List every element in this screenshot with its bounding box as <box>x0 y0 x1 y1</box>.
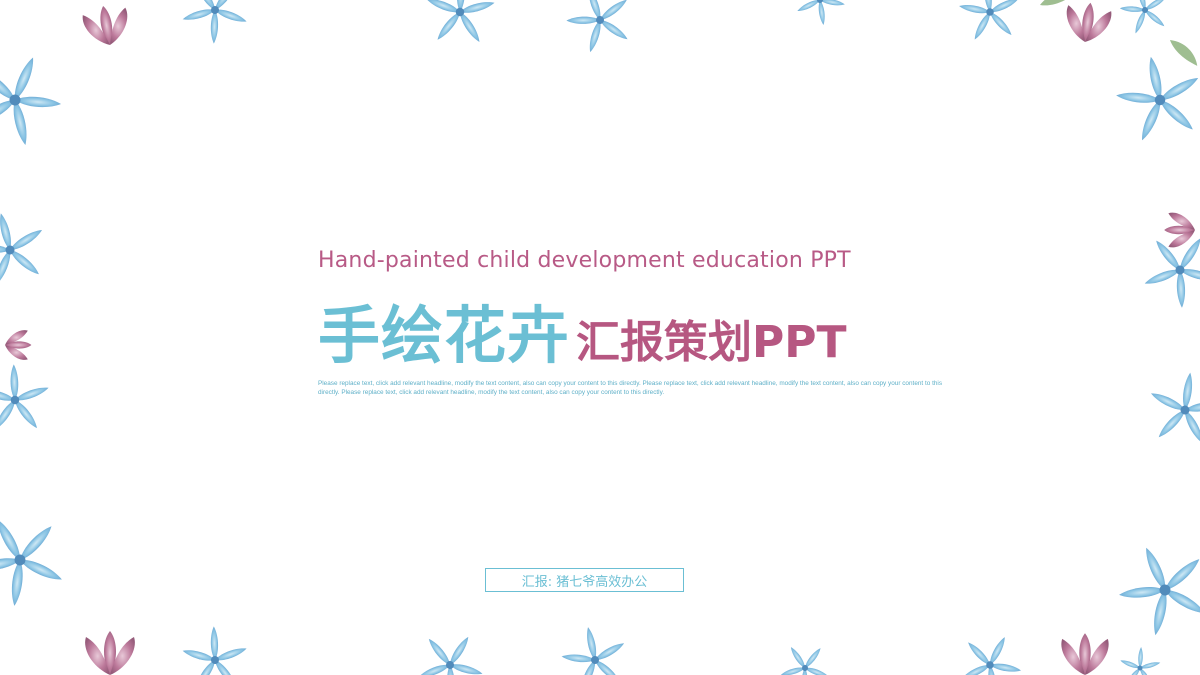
subtitle-english: Hand-painted child development education… <box>318 248 851 273</box>
title-sub: 汇报策划PPT <box>576 317 847 368</box>
title: 手绘花卉 汇报策划PPT <box>318 285 847 367</box>
title-main: 手绘花卉 <box>318 299 571 372</box>
reporter-label: 汇报: 猪七爷高效办公 <box>485 568 684 592</box>
slide: Hand-painted child development education… <box>0 0 1200 675</box>
description-text: Please replace text, click add relevant … <box>318 380 943 396</box>
